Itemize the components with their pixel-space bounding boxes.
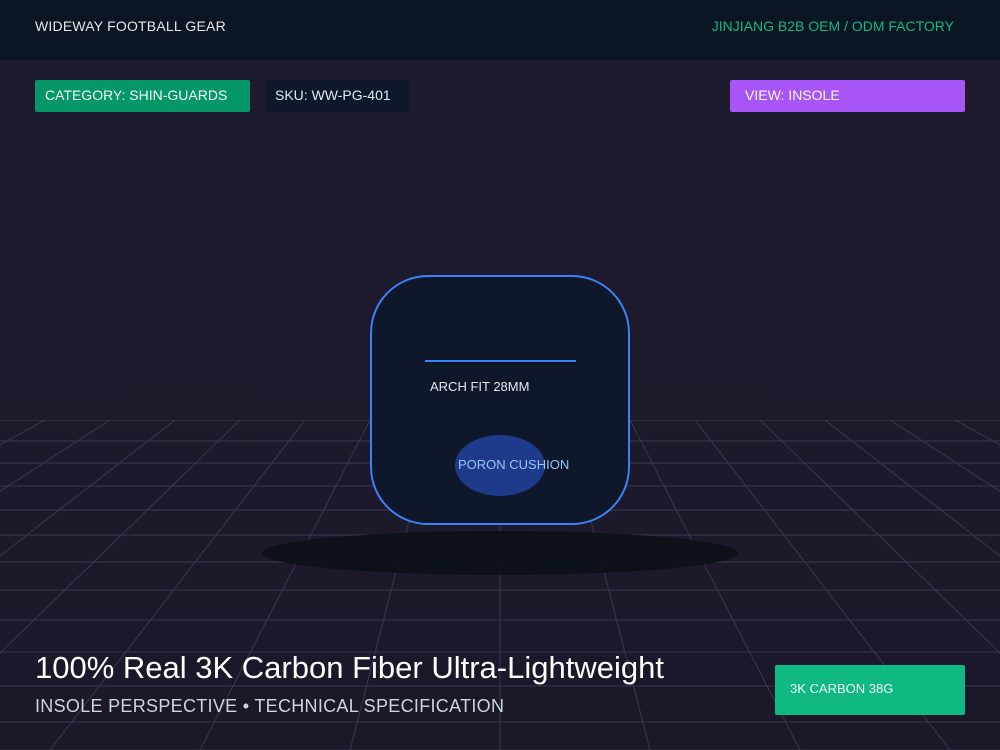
top-bar: WIDEWAY FOOTBALL GEAR JINJIANG B2B OEM /… [0,0,1000,60]
factory-link[interactable]: JINJIANG B2B OEM / ODM FACTORY [712,18,954,34]
product-shadow [262,531,738,575]
view-toggle-button[interactable]: VIEW: INSOLE [730,80,965,112]
brand-name: WIDEWAY FOOTBALL GEAR [35,18,226,34]
product-subtitle: INSOLE PERSPECTIVE • TECHNICAL SPECIFICA… [35,696,505,716]
product-title: 100% Real 3K Carbon Fiber Ultra-Lightwei… [35,650,664,685]
arch-fit-label: ARCH FIT 28MM [430,379,530,394]
arch-fit-line [425,360,576,362]
weight-badge: 3K CARBON 38G [775,665,965,715]
category-tag[interactable]: CATEGORY: SHIN-GUARDS [35,80,250,112]
poron-cushion-label: PORON CUSHION [458,457,570,472]
sku-tag: SKU: WW-PG-401 [265,80,410,112]
